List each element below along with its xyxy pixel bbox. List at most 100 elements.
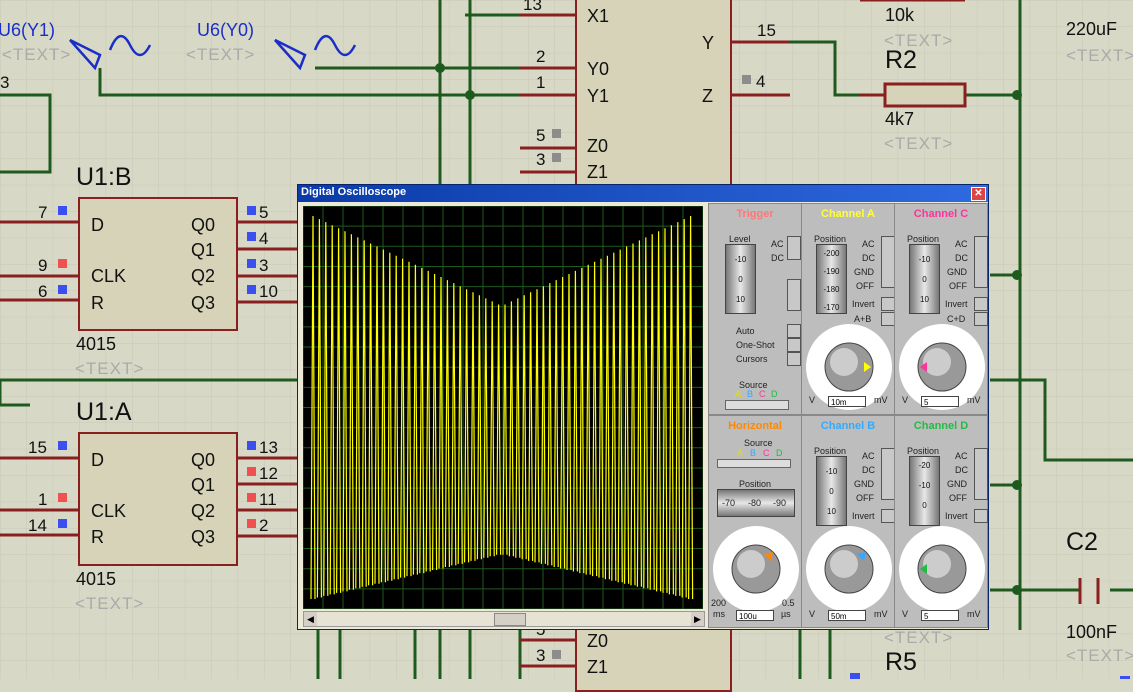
signal-label-u6-y0: U6(Y0): [197, 20, 255, 40]
channel-d-title: Channel D: [913, 420, 969, 432]
unit-label: mV: [967, 609, 981, 619]
mode-dc: DC: [955, 253, 968, 263]
text-placeholder: <TEXT>: [186, 45, 256, 64]
channel-a-title: Channel A: [821, 208, 875, 220]
channel-c-mode-switch[interactable]: [974, 236, 988, 288]
unit-label: ms: [713, 609, 725, 619]
source-a: A: [737, 448, 744, 458]
text-placeholder: <TEXT>: [884, 628, 954, 647]
invert-label: Invert: [945, 511, 968, 521]
invert-label: Invert: [945, 299, 968, 309]
edge-switch[interactable]: [787, 279, 801, 311]
u1a-part: 4015: [76, 569, 117, 589]
ac-label: AC: [771, 239, 784, 249]
one-shot-button[interactable]: [787, 338, 801, 352]
channel-d-invert-button[interactable]: [974, 509, 988, 523]
window-title: Digital Oscilloscope: [301, 186, 407, 198]
channel-b-mode-switch[interactable]: [881, 448, 895, 500]
horizontal-position-slider[interactable]: -70 -80 -90: [717, 489, 795, 517]
text-placeholder: <TEXT>: [1066, 46, 1133, 65]
level-label: Level: [729, 234, 751, 244]
r2-name: R2: [885, 46, 917, 74]
channel-a-mode-switch[interactable]: [881, 236, 895, 288]
oscilloscope-titlebar[interactable]: Digital Oscilloscope ✕: [298, 185, 988, 202]
scroll-left-button[interactable]: ◀: [304, 612, 317, 626]
mode-dc: DC: [862, 465, 875, 475]
pin-name: Q1: [191, 240, 216, 260]
scroll-thumb[interactable]: [494, 613, 526, 626]
unit-label: V: [902, 609, 909, 619]
pin-name: Y0: [587, 59, 610, 79]
pin-number: 10: [259, 282, 278, 301]
mode-ac: AC: [955, 451, 968, 461]
text-placeholder: <TEXT>: [884, 134, 954, 153]
u1b-name: U1:B: [76, 163, 132, 191]
channel-d-volts-dial[interactable]: [897, 524, 987, 614]
unit-label: µs: [781, 609, 791, 619]
auto-button[interactable]: [787, 324, 801, 338]
cursors-label: Cursors: [736, 354, 768, 364]
unit-label: mV: [967, 395, 981, 405]
r5-name: R5: [885, 648, 917, 676]
trigger-level-slider[interactable]: -10 0 10: [725, 244, 756, 314]
u1a-name: U1:A: [76, 398, 132, 426]
channel-d-dial-value: 5: [921, 610, 959, 621]
auto-label: Auto: [736, 326, 755, 336]
unit-label: V: [902, 395, 909, 405]
channel-d-mode-switch[interactable]: [974, 448, 988, 500]
pin-number: 5: [536, 126, 546, 145]
pin-name: Q2: [191, 501, 216, 521]
scroll-right-button[interactable]: ▶: [691, 612, 704, 626]
pin-name: Z: [702, 86, 713, 106]
mode-ac: AC: [955, 239, 968, 249]
pin-number: 2: [259, 516, 269, 535]
channel-a-panel: Channel A Position -200 -190 -180 -170 A…: [801, 203, 895, 415]
channel-c-invert-button[interactable]: [974, 297, 988, 311]
text-placeholder: <TEXT>: [75, 594, 145, 613]
pin-number: 4: [259, 229, 269, 248]
ac-dc-switch[interactable]: [787, 236, 801, 260]
channel-b-volts-dial[interactable]: [804, 524, 894, 614]
channel-b-position-slider[interactable]: -10 0 10: [816, 456, 847, 526]
pin-name: Z0: [587, 136, 609, 156]
horizontal-scrollbar[interactable]: ◀ ▶: [303, 611, 705, 627]
channel-d-panel: Channel D Position -20 -10 0 AC DC GND O…: [894, 415, 988, 628]
signal-label-u6-y1: U6(Y1): [0, 20, 56, 40]
position-label: Position: [907, 446, 940, 456]
close-button[interactable]: ✕: [971, 187, 986, 201]
pin-number: 12: [259, 464, 278, 483]
channel-a-position-slider[interactable]: -200 -190 -180 -170: [816, 244, 847, 314]
pin-name: R: [91, 527, 104, 547]
cursors-button[interactable]: [787, 352, 801, 366]
horizontal-source-slider[interactable]: [717, 459, 791, 468]
invert-label: Invert: [852, 511, 875, 521]
pin-number: 13: [523, 0, 542, 14]
source-a: A: [735, 389, 742, 399]
mode-ac: AC: [862, 451, 875, 461]
pin-name: Q3: [191, 293, 216, 313]
source-b: B: [747, 389, 754, 399]
channel-b-invert-button[interactable]: [881, 509, 895, 523]
oscilloscope-window[interactable]: Digital Oscilloscope ✕ ◀ ▶ Trigger Level…: [297, 184, 989, 630]
source-d: D: [776, 448, 783, 458]
horizontal-panel: Horizontal Source A B C D Position -70 -…: [708, 415, 802, 628]
channel-c-dial-value: 5: [921, 396, 959, 407]
source-c: C: [763, 448, 770, 458]
position-label: Position: [814, 446, 847, 456]
pin-number: 2: [536, 47, 546, 66]
pin-name: Q3: [191, 527, 216, 547]
mode-dc: DC: [955, 465, 968, 475]
dc-label: DC: [771, 253, 784, 263]
channel-c-position-slider[interactable]: -10 0 10: [909, 244, 940, 314]
pin-name: Q0: [191, 450, 216, 470]
horizontal-title: Horizontal: [728, 420, 782, 432]
pin-number: 3: [536, 150, 546, 169]
channel-d-position-slider[interactable]: -20 -10 0: [909, 456, 940, 526]
channel-a-dial-value: 10m: [828, 396, 866, 407]
trigger-source-slider[interactable]: [725, 400, 789, 410]
mode-off: OFF: [856, 493, 874, 503]
mode-gnd: GND: [854, 267, 874, 277]
channel-a-invert-button[interactable]: [881, 297, 895, 311]
pin-number: 3: [0, 73, 10, 92]
text-placeholder: <TEXT>: [2, 45, 72, 64]
